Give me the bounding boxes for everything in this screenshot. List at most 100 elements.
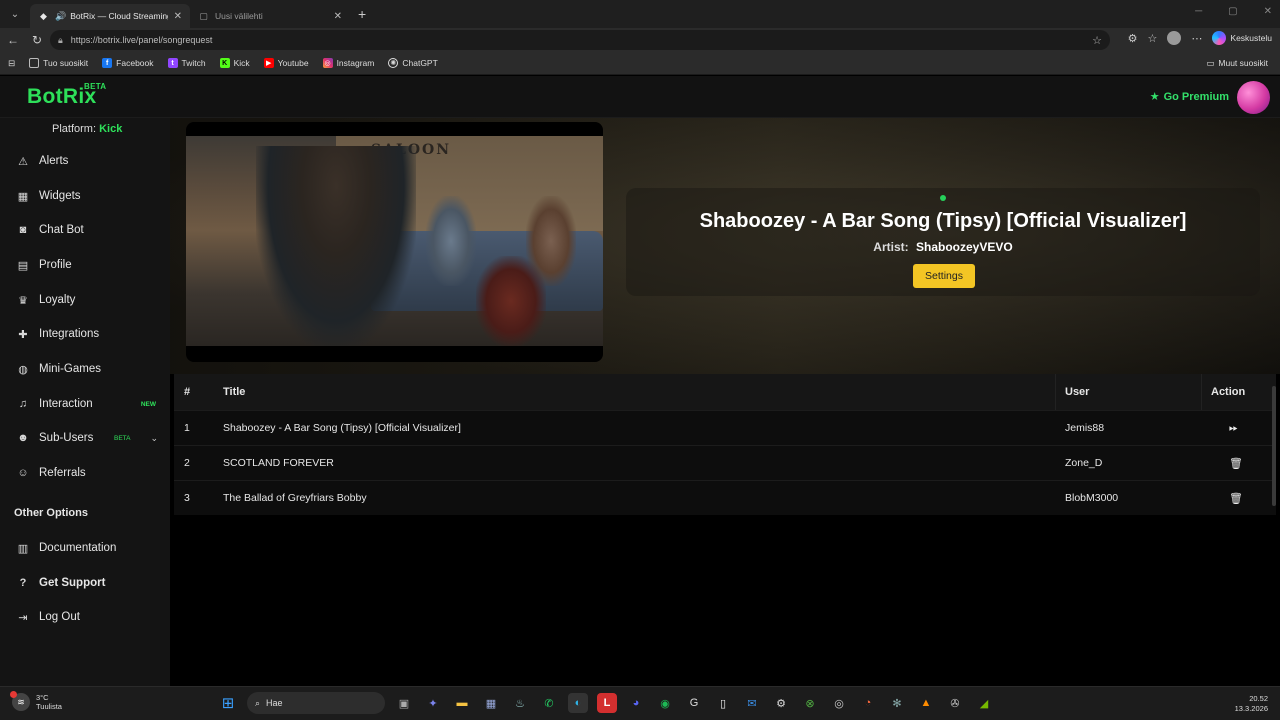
copilot-button[interactable]: Keskustelu (1212, 31, 1272, 45)
user-group-icon: ☺ (17, 467, 29, 479)
bookmark-instagram[interactable]: ◎ Instagram (322, 58, 374, 68)
tab-actions-menu-icon[interactable]: ⌄ (4, 3, 26, 25)
teams-icon[interactable]: ✦ (423, 693, 443, 713)
bookmark-kick[interactable]: K Kick (219, 58, 250, 68)
grid-icon: ▦ (17, 190, 29, 203)
bookmark-import[interactable]: Tuo suosikit (29, 58, 88, 68)
sidebar-item-documentation[interactable]: ▥ Documentation (16, 541, 166, 555)
copilot-icon (1212, 31, 1227, 45)
sidebar-item-profile[interactable]: ▤ Profile (16, 258, 166, 272)
browser-tab-bar: ⌄ ◆ 🔊 BotRix — Cloud Streaming Bot ✕ ▢ U… (0, 0, 1280, 28)
reading-list-icon[interactable]: ⊟ (8, 58, 15, 69)
close-window-icon[interactable]: ✕ (1264, 6, 1272, 17)
video-person (426, 196, 476, 286)
favorite-star-icon[interactable]: ☆ (1092, 34, 1102, 47)
go-premium-button[interactable]: ★ Go Premium (1150, 90, 1229, 104)
chevron-down-icon[interactable]: ⌄ (150, 433, 158, 444)
weather-widget[interactable]: ≋ 3°C Tuulista (10, 691, 62, 711)
windows-start-icon[interactable]: ⊞ (218, 693, 238, 713)
music-icon: ♫ (18, 398, 28, 410)
tab-title: Uusi välilehti (215, 11, 263, 21)
lock-icon[interactable]: 🔒︎ (58, 35, 63, 46)
system-clock[interactable]: 20.52 13.3.2026 (1235, 694, 1268, 714)
sidebar-item-sub-users[interactable]: ☻ Sub-Users BETA ⌄ (16, 431, 166, 445)
taskbar-apps: ⊞ ⌕ Hae ▣ ✦ ▬ ▦ ♨ ✆ ◐ L ◕ ◉ G ▯ ✉ ⚙ ⊗ ◎ … (218, 692, 994, 714)
steam-icon[interactable]: ♨ (510, 693, 530, 713)
facebook-icon: f (102, 58, 113, 68)
botrix-favicon-icon: ◆ (40, 10, 47, 21)
users-icon: ☻ (17, 432, 29, 444)
taskbar-search[interactable]: ⌕ Hae (247, 692, 385, 714)
audio-playing-icon[interactable]: 🔊 (55, 11, 66, 22)
puzzle-icon: ✚ (18, 328, 28, 341)
botrix-logo[interactable]: BotRix BETA (27, 82, 106, 109)
bookmarks-bar: ⊟ Tuo suosikit f Facebook t Twitch K Kick ▶… (0, 52, 1280, 75)
address-bar-row: ← ↻ 🔒︎ https://botrix.live/panel/songreq… (0, 28, 1280, 52)
whatsapp-icon[interactable]: ✆ (539, 693, 559, 713)
sidebar-item-integrations[interactable]: ✚ Integrations (16, 327, 166, 341)
other-bookmarks[interactable]: ▭ Muut suosikit (1206, 58, 1268, 69)
clock-time: 20.52 (1249, 694, 1268, 703)
obs-icon[interactable]: ◎ (829, 693, 849, 713)
close-tab-icon[interactable]: ✕ (174, 11, 182, 22)
mail-icon[interactable]: ✉ (742, 693, 762, 713)
settings-button[interactable]: Settings (913, 264, 975, 288)
file-explorer-icon[interactable]: ▬ (452, 693, 472, 713)
bookmark-facebook[interactable]: f Facebook (102, 58, 154, 68)
close-tab-icon[interactable]: ✕ (334, 11, 342, 22)
import-icon (29, 58, 40, 68)
now-playing-section: SALOON Shaboozey - A Bar Song (Tipsy) [O… (170, 118, 1280, 374)
video-frame: SALOON (186, 136, 603, 346)
trash-icon[interactable]: 🗑︎ (1229, 481, 1243, 515)
bookmark-youtube[interactable]: ▶ Youtube (263, 58, 309, 68)
scrollbar[interactable] (1272, 386, 1276, 506)
spotify-icon[interactable]: ◉ (655, 693, 675, 713)
steelseries-icon[interactable]: ✇ (945, 693, 965, 713)
temperature: 3°C (36, 693, 49, 702)
sidebar-item-loyalty[interactable]: ♛ Loyalty (16, 293, 166, 307)
app-icon[interactable]: G (684, 693, 704, 713)
sidebar-item-referrals[interactable]: ☺ Referrals (16, 466, 166, 480)
edge-icon[interactable]: ◐ (568, 693, 588, 713)
discord-icon[interactable]: ◕ (626, 693, 646, 713)
task-view-icon[interactable]: ▣ (394, 693, 414, 713)
firefox-icon[interactable]: ◔ (858, 693, 878, 713)
weather-condition: Tuulista (36, 702, 62, 711)
now-playing-title: Shaboozey - A Bar Song (Tipsy) [Official… (699, 210, 1187, 232)
notepad-icon[interactable]: ▯ (713, 693, 733, 713)
sidebar-item-alerts[interactable]: ⚠ Alerts (16, 154, 166, 168)
video-player[interactable]: SALOON (186, 122, 603, 362)
bookmark-twitch[interactable]: t Twitch (167, 58, 206, 68)
new-tab-plus-icon[interactable]: + (358, 6, 366, 22)
lastpass-icon[interactable]: L (597, 693, 617, 713)
xbox-icon[interactable]: ⊗ (800, 693, 820, 713)
sidebar-item-get-support[interactable]: ? Get Support (16, 576, 166, 590)
extensions-icon[interactable]: ⚙ (1128, 32, 1138, 45)
vlc-icon[interactable]: ▲ (916, 693, 936, 713)
maximize-icon[interactable]: ▢ (1228, 6, 1237, 17)
user-avatar[interactable] (1237, 81, 1270, 114)
more-menu-icon[interactable]: ⋯ (1191, 32, 1202, 45)
favorites-icon[interactable]: ☆ (1148, 32, 1158, 45)
tab-new-tab[interactable]: ▢ Uusi välilehti ✕ (190, 4, 350, 28)
back-arrow-icon[interactable]: ← (2, 29, 24, 51)
chatgpt-icon: ✺ (388, 58, 399, 68)
trash-icon[interactable]: 🗑︎ (1229, 446, 1243, 480)
sidebar-item-log-out[interactable]: ⇥ Log Out (16, 610, 166, 624)
bookmark-chatgpt[interactable]: ✺ ChatGPT (388, 58, 438, 68)
settings-gear-icon[interactable]: ⚙ (771, 693, 791, 713)
skip-icon[interactable]: ⏩︎ (1229, 411, 1238, 445)
profile-avatar[interactable] (1167, 31, 1182, 45)
sidebar-item-widgets[interactable]: ▦ Widgets (16, 189, 166, 203)
sidebar-item-chat-bot[interactable]: ◙ Chat Bot (16, 223, 166, 237)
sidebar-item-interaction[interactable]: ♫ Interaction NEW (16, 397, 166, 411)
url-input[interactable]: 🔒︎ https://botrix.live/panel/songrequest… (50, 30, 1110, 50)
settings-app-icon[interactable]: ✻ (887, 693, 907, 713)
warning-icon: ⚠ (18, 155, 28, 168)
store-icon[interactable]: ▦ (481, 693, 501, 713)
nvidia-icon[interactable]: ◢ (974, 693, 994, 713)
tab-botrix[interactable]: ◆ 🔊 BotRix — Cloud Streaming Bot ✕ (30, 4, 190, 28)
sidebar-item-mini-games[interactable]: ◍ Mini-Games (16, 362, 166, 376)
refresh-icon[interactable]: ↻ (26, 29, 48, 51)
minimize-icon[interactable]: ─ (1195, 6, 1202, 17)
